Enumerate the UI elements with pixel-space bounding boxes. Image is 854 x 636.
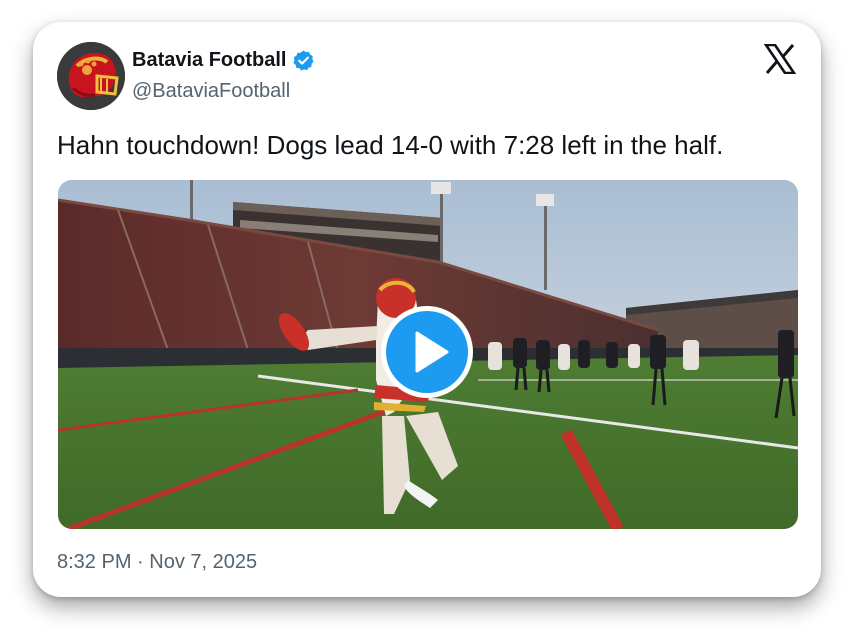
play-button[interactable]: [381, 306, 473, 398]
x-logo-icon[interactable]: [764, 44, 796, 74]
video-thumbnail[interactable]: [58, 180, 798, 529]
author-display-name[interactable]: Batavia Football: [132, 49, 286, 72]
avatar[interactable]: [57, 42, 125, 110]
tweet-card: Batavia Football @BataviaFootball Hahn t…: [33, 22, 821, 597]
author-handle[interactable]: @BataviaFootball: [132, 80, 290, 103]
verified-badge-icon: [293, 50, 315, 71]
play-icon: [415, 331, 449, 373]
tweet-text: Hahn touchdown! Dogs lead 14-0 with 7:28…: [57, 130, 724, 160]
helmet-icon: [57, 42, 125, 110]
play-button-fill: [386, 311, 468, 393]
page: Batavia Football @BataviaFootball Hahn t…: [0, 0, 854, 636]
post-timestamp[interactable]: 8:32 PM · Nov 7, 2025: [57, 551, 257, 574]
author-name-row: Batavia Football: [132, 49, 315, 72]
